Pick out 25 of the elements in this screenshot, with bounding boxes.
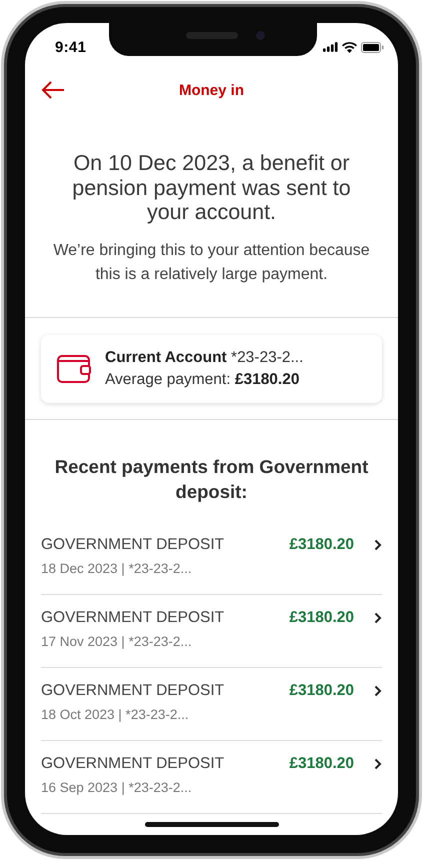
payment-row[interactable]: GOVERNMENT DEPOSIT £3180.20 18 Oct 2023 | *23-23-2... xyxy=(41,668,382,740)
payment-amount: £3180.20 xyxy=(289,680,354,700)
screen-title: Money in xyxy=(178,82,244,98)
payment-details: 18 Dec 2023 | *23-23-2... xyxy=(41,560,193,578)
payment-amount: £3180.20 xyxy=(289,534,354,554)
payee-name: GOVERNMENT DEPOSIT xyxy=(41,680,226,700)
account-number: *23-23-2... xyxy=(231,348,304,366)
payee-name: GOVERNMENT DEPOSIT xyxy=(41,754,226,774)
payment-details: 17 Nov 2023 | *23-23-2... xyxy=(41,632,193,651)
payment-row[interactable]: GOVERNMENT DEPOSIT £3180.20 16 Sep 2023 | *23-23-2... xyxy=(41,740,382,814)
payment-details: 16 Sep 2023 | *23-23-2... xyxy=(41,778,193,797)
payment-row[interactable]: GOVERNMENT DEPOSIT £3180.20 17 Nov 2023 | *23-23-2... xyxy=(41,594,382,668)
alert-message: We’re bringing this to your attention because this is a relatively large payment. xyxy=(52,240,371,284)
alert-headline: On 10 Dec 2023, a benefit or pension payment was sent to your account. xyxy=(71,151,352,224)
section-title: Recent payments from Government deposit: xyxy=(54,454,370,504)
payment-amount: £3180.20 xyxy=(289,608,354,628)
account-card[interactable]: Current Account *23-23-2... Average payment: £3180.20 xyxy=(41,334,382,402)
account-name: Current Account xyxy=(105,348,227,366)
status-time: 9:41 xyxy=(55,38,86,56)
payee-name: GOVERNMENT DEPOSIT xyxy=(41,534,226,554)
payment-row[interactable]: GOVERNMENT DEPOSIT £3180.20 18 Dec 2023 | *23-23-2... xyxy=(41,522,382,594)
payment-amount: £3180.20 xyxy=(289,754,354,774)
payment-details: 18 Oct 2023 | *23-23-2... xyxy=(41,706,190,724)
payee-name: GOVERNMENT DEPOSIT xyxy=(41,608,226,628)
average-payment: Average payment: £3180.20 xyxy=(105,370,300,390)
